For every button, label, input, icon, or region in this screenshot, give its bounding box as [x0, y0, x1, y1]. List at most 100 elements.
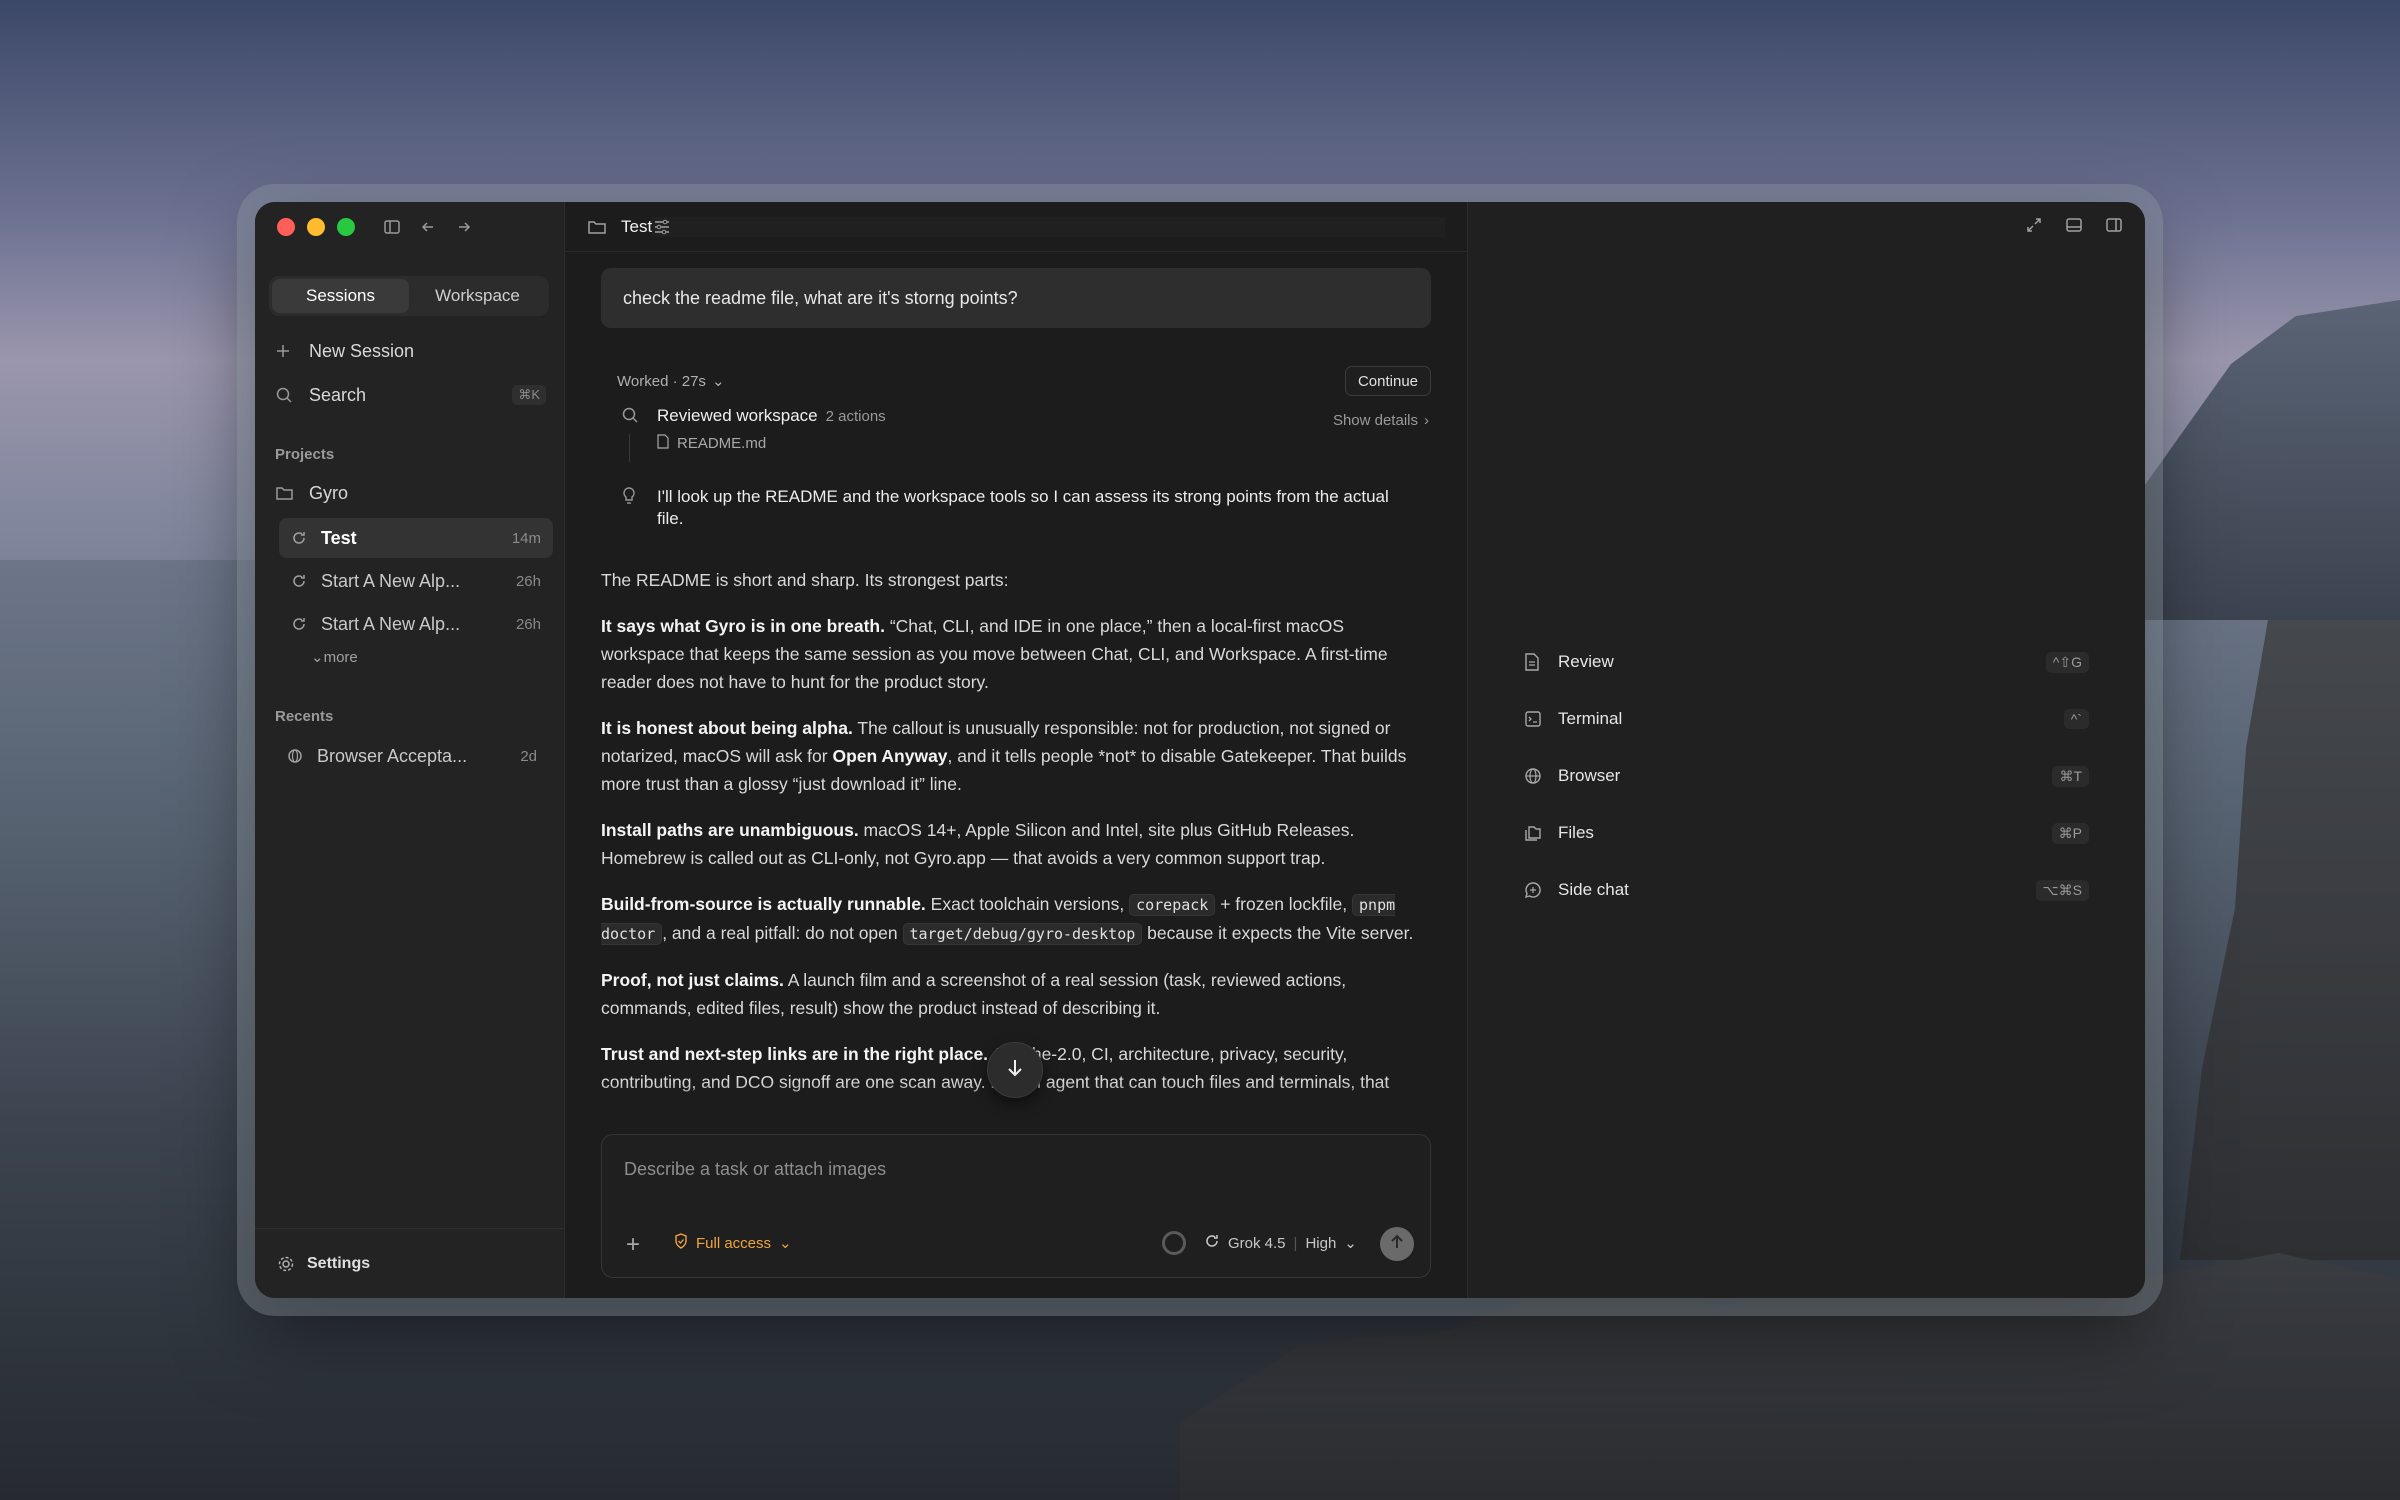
model-selector[interactable]: Grok 4.5 | High ⌄ [1204, 1233, 1357, 1253]
session-age: 26h [515, 572, 541, 590]
forward-arrow-icon[interactable] [455, 218, 473, 236]
answer-bold: Install paths are unambiguous. [601, 820, 859, 840]
file-reference[interactable]: README.md [657, 434, 766, 453]
tool-label: Browser [1558, 766, 1621, 785]
chevron-down-icon: ⌄ [779, 1235, 792, 1252]
assistant-answer: The README is short and sharp. Its stron… [601, 566, 1431, 1114]
sliders-icon[interactable] [652, 216, 1445, 237]
composer-input[interactable]: Describe a task or attach images [624, 1159, 886, 1180]
model-separator: | [1293, 1234, 1298, 1252]
tool-side-chat[interactable]: Side chat ⌥⌘S [1524, 870, 2089, 910]
tool-label: Side chat [1558, 880, 1629, 899]
folder-open-icon [275, 484, 297, 502]
continue-button[interactable]: Continue [1344, 366, 1431, 396]
search-label: Search [309, 384, 367, 405]
show-details-button[interactable]: Show details › [1333, 412, 1429, 429]
panel-toolbar [2025, 216, 2123, 239]
sidebar-toolbar [383, 218, 473, 236]
answer-bold: Proof, not just claims. [601, 970, 784, 990]
tool-shortcut: ^⇧G [2045, 651, 2089, 673]
tab-workspace[interactable]: Workspace [409, 279, 546, 313]
session-age: 26h [515, 615, 541, 633]
worked-toggle[interactable]: Worked · 27s ⌄ [617, 372, 725, 391]
composer: Describe a task or attach images + Full … [601, 1134, 1431, 1278]
new-session-button[interactable]: New Session [275, 334, 546, 368]
access-mode-dropdown[interactable]: Full access ⌄ [674, 1233, 792, 1253]
session-age: 14m [511, 529, 541, 547]
attach-plus-button[interactable]: + [626, 1231, 640, 1259]
shield-icon [674, 1233, 688, 1253]
answer-bold: It says what Gyro is in one breath. [601, 616, 885, 636]
tool-label: Review [1558, 652, 1614, 671]
project-gyro[interactable]: Gyro [275, 476, 546, 510]
session-loop-icon [291, 616, 311, 632]
inline-code: corepack [1129, 894, 1216, 916]
tool-browser[interactable]: Browser ⌘T [1524, 756, 2089, 796]
file-name: README.md [677, 435, 767, 452]
session-title: Start A New Alp... [321, 570, 461, 591]
answer-text: , and a real pitfall: do not open [662, 923, 903, 943]
inline-code: target/debug/gyro-desktop [902, 923, 1143, 945]
session-item[interactable]: Start A New Alp... 26h [279, 604, 553, 644]
projects-heading: Projects [275, 446, 335, 463]
tool-label: Terminal [1558, 709, 1623, 728]
recent-age: 2d [520, 747, 537, 765]
plus-icon [275, 343, 297, 359]
more-label: more [323, 649, 358, 666]
search-button[interactable]: Search ⌘K [275, 378, 546, 412]
search-icon [621, 406, 639, 424]
files-icon [1524, 824, 1544, 842]
worked-label: Worked · 27s [617, 372, 706, 390]
gear-icon [277, 1255, 295, 1273]
chat-panel: Test check the readme file, what are it'… [565, 202, 1468, 1298]
close-window-button[interactable] [277, 218, 295, 236]
back-arrow-icon[interactable] [419, 218, 437, 236]
answer-bold: Build-from-source is actually runnable. [601, 894, 926, 914]
session-item-test[interactable]: Test 14m [279, 518, 553, 558]
settings-button[interactable]: Settings [255, 1228, 564, 1298]
model-icon [1204, 1233, 1220, 1253]
show-more-button[interactable]: ⌄more [311, 648, 358, 666]
tool-files[interactable]: Files ⌘P [1524, 813, 2089, 853]
answer-text: Exact toolchain versions, [925, 894, 1130, 914]
terminal-icon [1524, 710, 1544, 728]
arrow-up-icon [1390, 1234, 1404, 1255]
chevron-right-icon: › [1424, 412, 1429, 429]
chat-bubble-icon [1524, 881, 1544, 899]
step-title-text: Reviewed workspace [657, 406, 818, 425]
step-meta: 2 actions [825, 408, 886, 425]
tools-panel: Review ^⇧G Terminal ^` Browser ⌘T Files … [1468, 202, 2145, 1298]
minimize-window-button[interactable] [307, 218, 325, 236]
bottom-panel-icon[interactable] [2065, 216, 2083, 239]
lightbulb-icon [621, 486, 637, 506]
expand-icon[interactable] [2025, 216, 2043, 239]
sidebar-mode-switch: Sessions Workspace [269, 276, 549, 316]
chevron-down-icon: ⌄ [711, 373, 725, 390]
answer-bold: It is honest about being alpha. [601, 718, 853, 738]
session-loop-icon [291, 530, 311, 546]
access-label: Full access [696, 1234, 772, 1252]
zoom-window-button[interactable] [337, 218, 355, 236]
right-panel-icon[interactable] [2105, 216, 2123, 239]
model-name: Grok 4.5 [1228, 1234, 1286, 1252]
sidebar-toggle-icon[interactable] [383, 218, 401, 236]
chevron-down-icon: ⌄ [1344, 1235, 1357, 1252]
folder-icon [587, 218, 607, 236]
answer-bold: Open Anyway [832, 746, 948, 766]
search-icon [275, 386, 297, 404]
answer-bold: Trust and next-step links are in the rig… [601, 1044, 989, 1064]
window-controls [277, 218, 355, 236]
tool-terminal[interactable]: Terminal ^` [1524, 699, 2089, 739]
user-message: check the readme file, what are it's sto… [601, 268, 1431, 328]
session-item[interactable]: Start A New Alp... 26h [279, 561, 553, 601]
tool-review[interactable]: Review ^⇧G [1524, 642, 2089, 682]
tab-sessions[interactable]: Sessions [272, 279, 409, 313]
globe-icon [287, 748, 307, 764]
answer-text: because it expects the Vite server. [1142, 923, 1414, 943]
send-button[interactable] [1380, 1227, 1414, 1261]
recent-item[interactable]: Browser Accepta... 2d [275, 736, 549, 776]
scroll-to-bottom-button[interactable] [987, 1042, 1043, 1098]
recent-title: Browser Accepta... [317, 745, 468, 766]
tool-shortcut: ⌥⌘S [2035, 879, 2089, 901]
session-title: Test [321, 527, 357, 548]
